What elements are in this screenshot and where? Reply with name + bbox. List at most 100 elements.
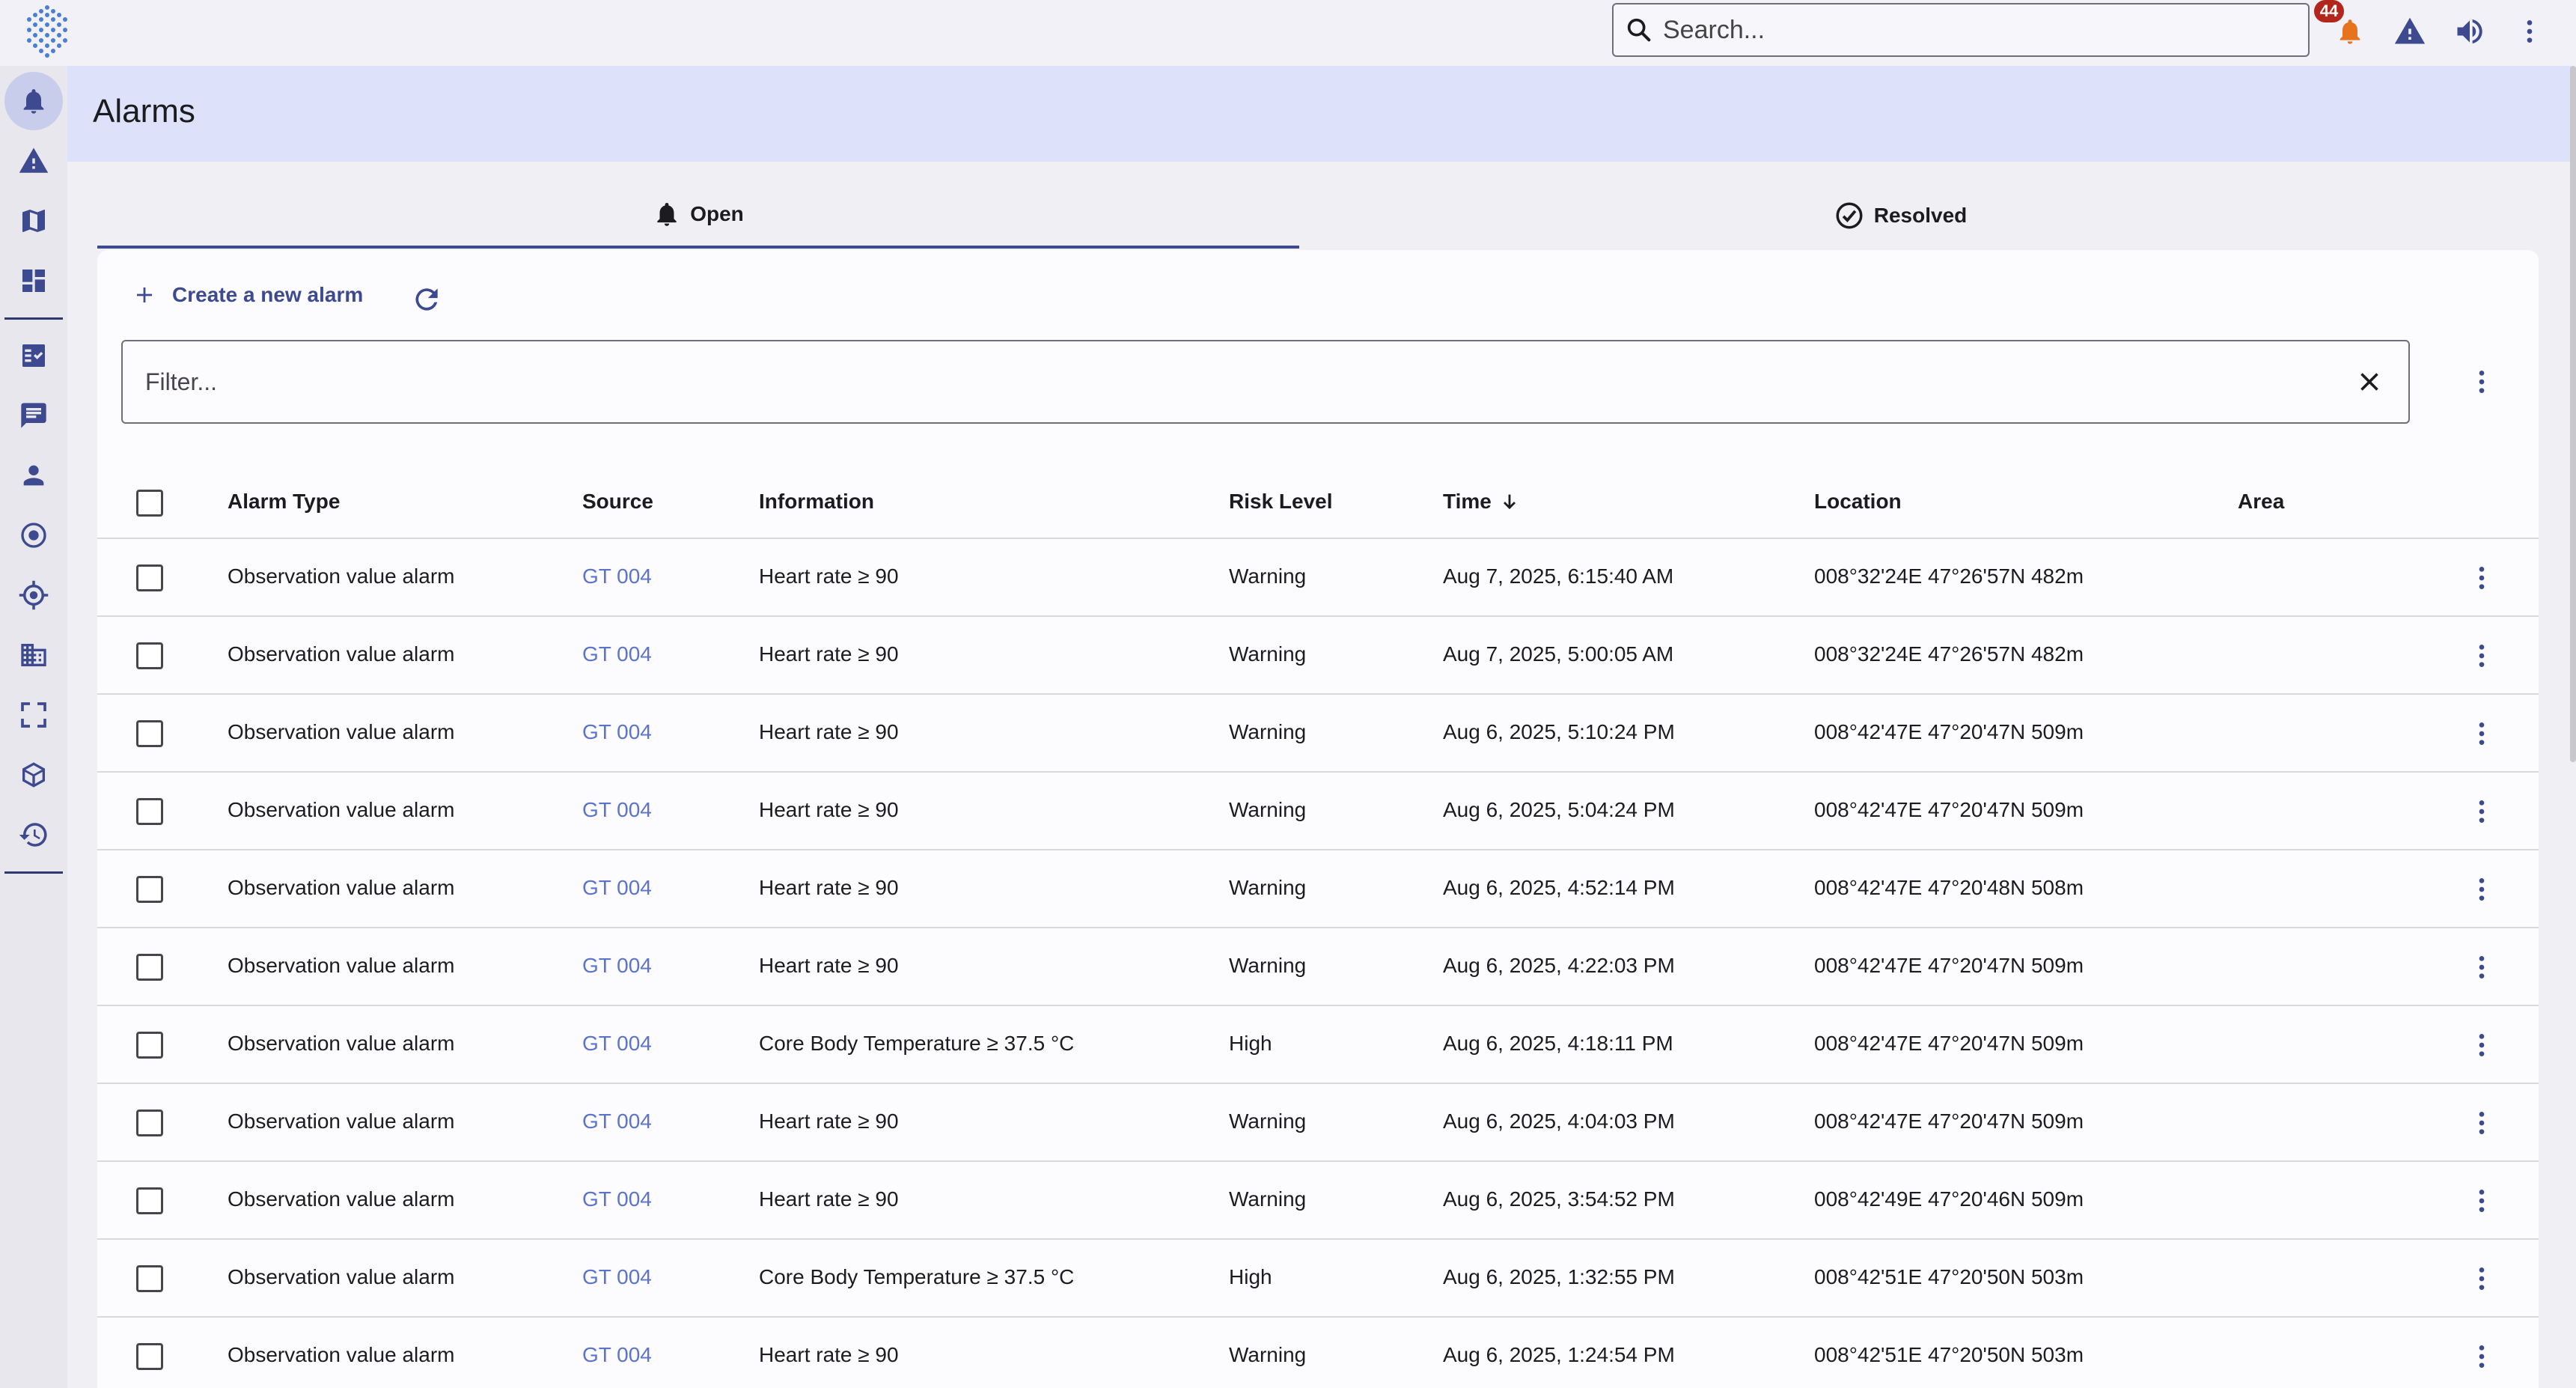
page-scrollbar[interactable] (2570, 66, 2576, 762)
sidebar-item-history[interactable] (4, 806, 63, 864)
cell-source-link[interactable]: GT 004 (582, 642, 652, 666)
search-icon (1627, 18, 1651, 42)
sidebar-item-map[interactable] (4, 192, 63, 250)
table-row[interactable]: Observation value alarm GT 004 Heart rate … (97, 1162, 2539, 1240)
more-vertical-icon (2479, 567, 2485, 589)
warnings-button[interactable] (2389, 10, 2431, 52)
column-information[interactable]: Information (759, 490, 874, 514)
cell-location: 008°42'47E 47°20'48N 508m (1814, 876, 2084, 899)
row-menu-button[interactable] (2462, 792, 2501, 831)
table-options-button[interactable] (2461, 361, 2503, 403)
row-checkbox[interactable] (136, 1110, 163, 1136)
cell-information: Heart rate ≥ 90 (759, 876, 899, 899)
filter-input[interactable] (145, 368, 2316, 396)
cell-source-link[interactable]: GT 004 (582, 954, 652, 978)
filter-box[interactable] (121, 340, 2410, 424)
table-row[interactable]: Observation value alarm GT 004 Heart rate … (97, 539, 2539, 617)
table-row[interactable]: Observation value alarm GT 004 Heart rate … (97, 695, 2539, 773)
cell-information: Heart rate ≥ 90 (759, 564, 899, 588)
app-logo-icon[interactable] (16, 1, 78, 63)
row-checkbox[interactable] (136, 876, 163, 903)
refresh-button[interactable] (406, 278, 448, 320)
table-row[interactable]: Observation value alarm GT 004 Core Body T… (97, 1240, 2539, 1318)
row-menu-button[interactable] (2462, 636, 2501, 675)
row-menu-button[interactable] (2462, 1026, 2501, 1065)
column-location[interactable]: Location (1814, 490, 1902, 514)
table-row[interactable]: Observation value alarm GT 004 Heart rate … (97, 928, 2539, 1006)
cell-source-link[interactable]: GT 004 (582, 1032, 652, 1056)
create-alarm-button[interactable]: Create a new alarm (133, 283, 363, 307)
row-menu-button[interactable] (2462, 1337, 2501, 1376)
cell-information: Core Body Temperature ≥ 37.5 °C (759, 1032, 1075, 1055)
table-row[interactable]: Observation value alarm GT 004 Core Body T… (97, 1006, 2539, 1084)
row-menu-button[interactable] (2462, 1181, 2501, 1220)
sidebar-item-alarms[interactable] (4, 72, 63, 130)
select-all-checkbox[interactable] (136, 490, 163, 517)
page-header: Alarms (67, 66, 2572, 162)
app-menu-button[interactable] (2509, 10, 2551, 52)
sidebar-item-targets[interactable] (4, 506, 63, 564)
row-menu-button[interactable] (2462, 1104, 2501, 1142)
cell-source-link[interactable]: GT 004 (582, 1187, 652, 1211)
cell-location: 008°32'24E 47°26'57N 482m (1814, 564, 2084, 588)
create-alarm-label: Create a new alarm (172, 283, 364, 306)
cell-information: Heart rate ≥ 90 (759, 720, 899, 743)
row-checkbox[interactable] (136, 642, 163, 669)
table-row[interactable]: Observation value alarm GT 004 Heart rate … (97, 850, 2539, 928)
cell-source-link[interactable]: GT 004 (582, 1110, 652, 1133)
row-checkbox[interactable] (136, 954, 163, 981)
tab-resolved[interactable]: Resolved (1299, 183, 2501, 249)
cell-time: Aug 7, 2025, 5:00:05 AM (1443, 642, 1674, 666)
cell-source-link[interactable]: GT 004 (582, 1265, 652, 1289)
row-menu-button[interactable] (2462, 558, 2501, 597)
cell-source-link[interactable]: GT 004 (582, 876, 652, 900)
sidebar-item-tasks[interactable] (4, 326, 63, 385)
sidebar-item-persons[interactable] (4, 446, 63, 505)
cell-location: 008°42'47E 47°20'47N 509m (1814, 798, 2084, 821)
cell-source-link[interactable]: GT 004 (582, 1343, 652, 1367)
sidebar-item-warnings[interactable] (4, 132, 63, 190)
cell-risk-level: Warning (1229, 954, 1307, 977)
row-checkbox[interactable] (136, 1032, 163, 1059)
column-alarm-type[interactable]: Alarm Type (228, 490, 340, 514)
sidebar-item-messages[interactable] (4, 386, 63, 445)
row-checkbox[interactable] (136, 798, 163, 825)
cell-time: Aug 6, 2025, 4:04:03 PM (1443, 1110, 1675, 1133)
cell-source-link[interactable]: GT 004 (582, 798, 652, 822)
row-checkbox[interactable] (136, 720, 163, 747)
row-menu-button[interactable] (2462, 870, 2501, 909)
sidebar-item-zones[interactable] (4, 686, 63, 744)
table-row[interactable]: Observation value alarm GT 004 Heart rate … (97, 617, 2539, 695)
sound-button[interactable] (2449, 10, 2491, 52)
row-checkbox[interactable] (136, 1343, 163, 1370)
column-risk-level[interactable]: Risk Level (1229, 490, 1333, 514)
cell-source-link[interactable]: GT 004 (582, 564, 652, 588)
tab-open[interactable]: Open (97, 183, 1299, 249)
table-row[interactable]: Observation value alarm GT 004 Heart rate … (97, 1084, 2539, 1162)
sidebar-item-dashboard[interactable] (4, 252, 63, 310)
row-checkbox[interactable] (136, 1265, 163, 1292)
sidebar-item-devices[interactable] (4, 746, 63, 804)
table-row[interactable]: Observation value alarm GT 004 Heart rate … (97, 1318, 2539, 1388)
row-menu-button[interactable] (2462, 1259, 2501, 1298)
sidebar-item-buildings[interactable] (4, 626, 63, 684)
more-vertical-icon (2479, 1345, 2485, 1368)
cell-risk-level: Warning (1229, 876, 1307, 899)
column-time[interactable]: Time (1443, 490, 1520, 514)
row-menu-button[interactable] (2462, 948, 2501, 987)
global-search[interactable] (1612, 3, 2310, 57)
more-vertical-icon (2479, 645, 2485, 667)
row-checkbox[interactable] (136, 1187, 163, 1214)
column-area[interactable]: Area (2238, 490, 2284, 514)
more-vertical-icon (2527, 20, 2533, 43)
cell-risk-level: Warning (1229, 720, 1307, 743)
cell-source-link[interactable]: GT 004 (582, 720, 652, 744)
table-row[interactable]: Observation value alarm GT 004 Heart rate … (97, 773, 2539, 850)
sidebar-item-positioning[interactable] (4, 566, 63, 624)
search-input[interactable] (1663, 15, 2277, 45)
column-source[interactable]: Source (582, 490, 653, 514)
table-header: Alarm Type Source Information Risk Level… (97, 467, 2539, 539)
clear-filter-button[interactable] (2350, 362, 2389, 401)
row-menu-button[interactable] (2462, 714, 2501, 753)
row-checkbox[interactable] (136, 564, 163, 591)
